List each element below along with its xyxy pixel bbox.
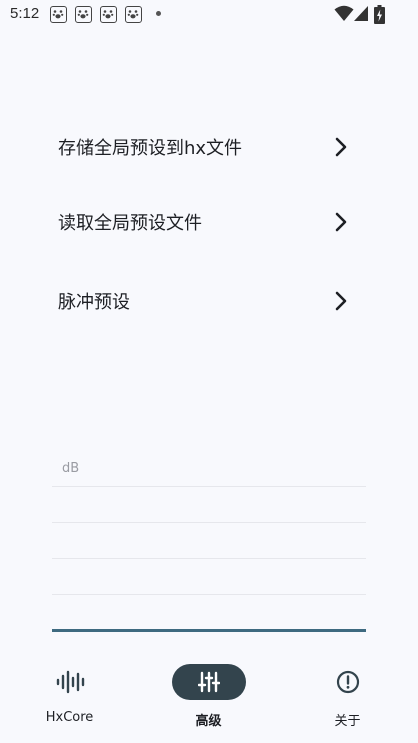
menu-item-label: 存储全局预设到hx文件 bbox=[58, 138, 243, 159]
status-time: 5:12 bbox=[10, 5, 40, 22]
menu-item-impulse-preset[interactable]: 脉冲预设 bbox=[0, 273, 418, 329]
menu-item-label: 脉冲预设 bbox=[58, 292, 130, 313]
nav-item-about[interactable]: 关于 bbox=[278, 650, 417, 743]
chevron-right-icon bbox=[335, 137, 347, 157]
grid-line bbox=[52, 522, 366, 523]
nav-label: HxCore bbox=[45, 710, 94, 725]
grid-line bbox=[52, 486, 366, 487]
cell-signal-icon bbox=[354, 6, 368, 21]
nav-label: 高级 bbox=[195, 714, 222, 729]
paw-icon bbox=[50, 6, 67, 23]
paw-icon bbox=[125, 6, 142, 23]
nav-item-hxcore[interactable]: HxCore bbox=[0, 650, 139, 743]
status-bar: 5:12 bbox=[0, 0, 418, 30]
paw-icon bbox=[100, 6, 117, 23]
nav-icon-container bbox=[311, 664, 385, 700]
nav-icon-container-active bbox=[171, 664, 246, 700]
nav-icon-container bbox=[33, 664, 107, 700]
nav-label: 关于 bbox=[334, 714, 361, 729]
sliders-icon bbox=[197, 671, 220, 693]
db-axis-label: dB bbox=[62, 461, 80, 476]
app-screen: 5:12 存储全局预设到hx文件 读取全局预设文件 脉冲预设 dB HxCore… bbox=[0, 0, 418, 743]
menu-item-label: 读取全局预设文件 bbox=[58, 213, 202, 234]
menu-item-save-global-preset[interactable]: 存储全局预设到hx文件 bbox=[0, 119, 418, 175]
grid-line bbox=[52, 594, 366, 595]
info-circle-icon bbox=[336, 670, 359, 694]
paw-icon bbox=[75, 6, 92, 23]
battery-charging-icon bbox=[374, 5, 385, 24]
nav-item-advanced[interactable]: 高级 bbox=[139, 650, 278, 743]
eq-baseline bbox=[52, 629, 366, 632]
bottom-nav: HxCore 高级 关于 bbox=[0, 650, 418, 743]
audio-waveform-icon bbox=[56, 670, 84, 694]
chevron-right-icon bbox=[335, 291, 347, 311]
grid-line bbox=[52, 558, 366, 559]
wifi-icon bbox=[334, 5, 354, 21]
chevron-right-icon bbox=[335, 212, 347, 232]
menu-item-load-global-preset[interactable]: 读取全局预设文件 bbox=[0, 194, 418, 250]
more-notifications-dot-icon bbox=[156, 11, 161, 16]
